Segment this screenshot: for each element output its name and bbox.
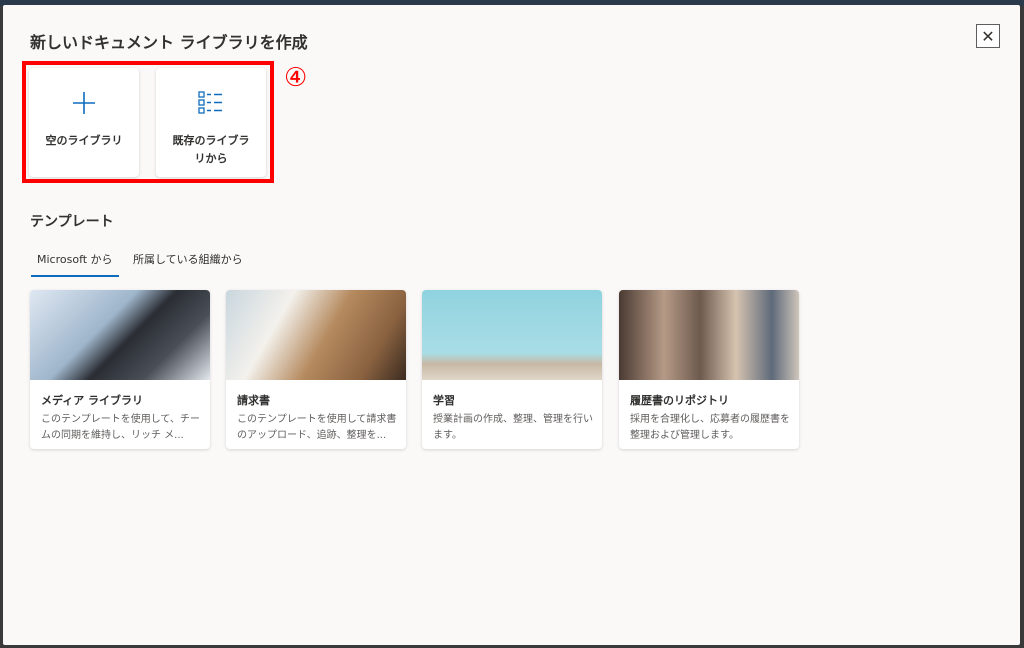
template-image (226, 290, 406, 380)
template-card-resume-repository[interactable]: 履歴書のリポジトリ 採用を合理化し、応募者の履歴書を整理および管理します。 (619, 290, 799, 449)
templates-heading: テンプレート (30, 214, 114, 230)
template-image (422, 290, 602, 380)
tab-organization[interactable]: 所属している組織から (133, 251, 243, 275)
template-title: 学習 (433, 394, 455, 407)
template-description: このテンプレートを使用して、チームの同期を維持し、リッチ メ... (41, 414, 200, 441)
template-card-learning[interactable]: 学習 授業計画の作成、整理、管理を行います。 (422, 290, 602, 449)
list-icon (156, 90, 266, 116)
template-image (619, 290, 799, 380)
template-title: メディア ライブラリ (41, 394, 144, 407)
blank-library-button[interactable]: 空のライブラリ (29, 68, 139, 177)
template-description: このテンプレートを使用して請求書のアップロード、追跡、整理を... (237, 414, 397, 441)
template-image (30, 290, 210, 380)
blank-library-label: 空のライブラリ (45, 134, 123, 147)
template-title: 請求書 (237, 394, 270, 407)
dialog-title: 新しいドキュメント ライブラリを作成 (30, 33, 308, 52)
template-title: 履歴書のリポジトリ (630, 394, 729, 407)
template-description: 採用を合理化し、応募者の履歴書を整理および管理します。 (630, 414, 790, 441)
from-existing-library-label: 既存のライブラリから (172, 134, 250, 165)
template-card-media-library[interactable]: メディア ライブラリ このテンプレートを使用して、チームの同期を維持し、リッチ … (30, 290, 210, 449)
close-icon: ✕ (981, 26, 995, 46)
create-library-dialog: 新しいドキュメント ライブラリを作成 ✕ ④ 空のライブラリ 既存のライブラリか… (3, 5, 1020, 645)
close-button[interactable]: ✕ (976, 24, 1000, 48)
annotation-marker: ④ (284, 63, 308, 93)
template-description: 授業計画の作成、整理、管理を行います。 (433, 414, 593, 441)
tab-microsoft[interactable]: Microsoft から (31, 251, 119, 277)
template-card-invoices[interactable]: 請求書 このテンプレートを使用して請求書のアップロード、追跡、整理を... (226, 290, 406, 449)
plus-icon (29, 90, 139, 116)
from-existing-library-button[interactable]: 既存のライブラリから (156, 68, 266, 177)
